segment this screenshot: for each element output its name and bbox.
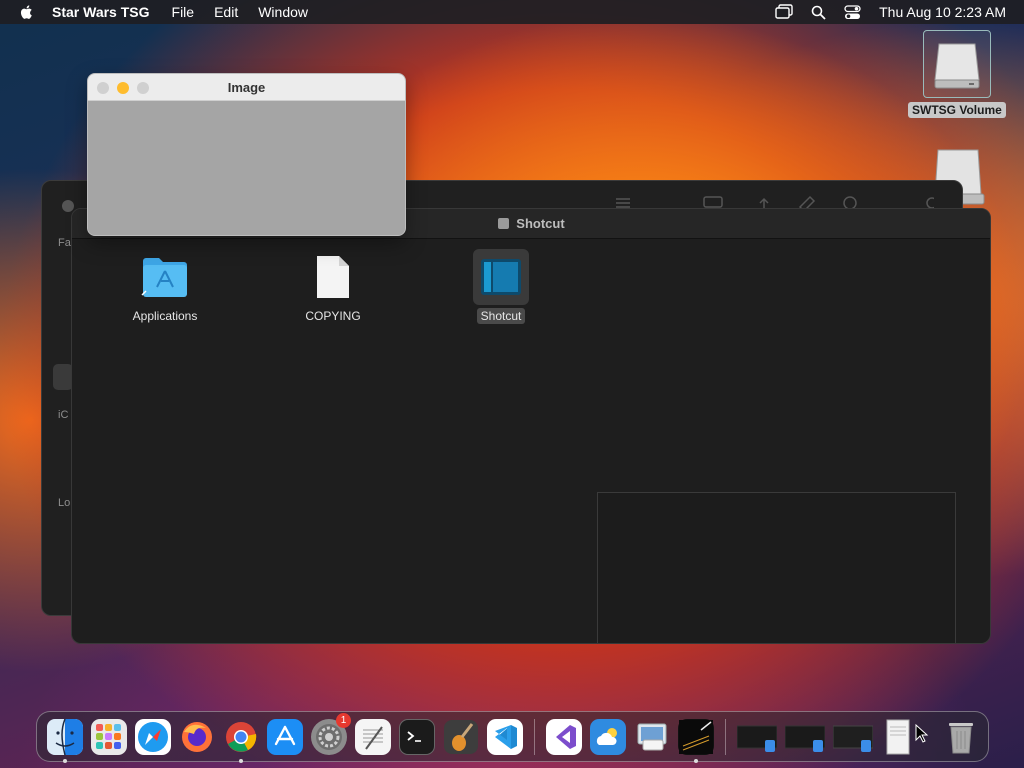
- close-button[interactable]: [97, 82, 109, 94]
- window-controls: [97, 82, 149, 94]
- running-indicator: [239, 758, 243, 763]
- finder-icon: [47, 718, 83, 755]
- minimized-window-thumbnail-icon: [737, 725, 777, 752]
- control-center-icon[interactable]: [844, 4, 861, 20]
- dock-star-wars-tsg[interactable]: [678, 718, 714, 763]
- zoom-button[interactable]: [137, 82, 149, 94]
- dock-launchpad[interactable]: [91, 718, 127, 755]
- file-name: Applications: [132, 309, 198, 323]
- finder-icon-view[interactable]: Applications COPYING Shotcut: [72, 239, 990, 643]
- running-indicator: [694, 758, 698, 763]
- dock-safari[interactable]: [135, 718, 171, 755]
- image-window[interactable]: Image: [87, 73, 406, 236]
- terminal-icon: [407, 730, 421, 742]
- folder-applications-icon: [137, 249, 193, 305]
- menubar-clock[interactable]: Thu Aug 10 2:23 AM: [879, 4, 1006, 20]
- external-drive-icon: [922, 30, 991, 98]
- dock-minimized-window-2[interactable]: [785, 719, 825, 755]
- sidebar-selected-item[interactable]: [53, 364, 73, 390]
- dock: 1: [36, 711, 989, 763]
- desktop-volume[interactable]: SWTSG Volume: [908, 30, 1006, 118]
- garageband-icon: [444, 719, 478, 754]
- dock-chrome[interactable]: [223, 719, 259, 763]
- dock-garageband[interactable]: [443, 719, 479, 755]
- dock-separator: [725, 718, 726, 755]
- file-name: Shotcut: [476, 308, 526, 324]
- desktop-volume-label: SWTSG Volume: [908, 102, 1006, 118]
- app-menu[interactable]: Star Wars TSG: [52, 4, 150, 20]
- dock-visual-studio[interactable]: [546, 718, 582, 755]
- dock-textedit[interactable]: [355, 718, 391, 755]
- launchpad-icon: [96, 723, 121, 749]
- finder-title: Shotcut: [516, 216, 565, 231]
- close-button[interactable]: [62, 200, 74, 212]
- preview-icon: [637, 723, 667, 750]
- dock-finder[interactable]: [47, 718, 83, 763]
- menu-file[interactable]: File: [172, 4, 195, 20]
- dock-weather[interactable]: [590, 718, 626, 755]
- dock-minimized-window-3[interactable]: [833, 719, 873, 755]
- safari-icon: [138, 721, 168, 752]
- notification-badge: 1: [336, 712, 351, 728]
- image-canvas: [88, 101, 405, 235]
- disk-image-icon: [498, 218, 510, 229]
- menu-bar: Star Wars TSG File Edit Window Thu Aug 1…: [0, 0, 1024, 24]
- window-controls: [62, 200, 74, 212]
- image-window-title: Image: [227, 79, 266, 95]
- firefox-icon: [182, 721, 212, 752]
- dock-minimized-document[interactable]: [881, 719, 917, 755]
- minimized-window-thumbnail-icon: [833, 725, 873, 752]
- dock-terminal[interactable]: [399, 718, 435, 755]
- document-icon: [305, 249, 361, 305]
- menu-edit[interactable]: Edit: [214, 4, 238, 20]
- shotcut-app-icon: [473, 249, 529, 305]
- screen-mirroring-icon[interactable]: [775, 4, 793, 20]
- dock-vscode[interactable]: [487, 718, 523, 755]
- file-name: COPYING: [305, 309, 361, 323]
- finder-window[interactable]: Shotcut Applications COPYING Shotcut: [71, 208, 991, 644]
- document-thumbnail-icon: [886, 719, 910, 754]
- dock-firefox[interactable]: [179, 719, 215, 755]
- menu-window[interactable]: Window: [258, 4, 308, 20]
- sidebar-label-locations: Lo: [58, 497, 71, 509]
- chrome-icon: [226, 721, 257, 752]
- visual-studio-icon: [556, 724, 576, 749]
- image-window-titlebar[interactable]: Image: [88, 74, 405, 101]
- vscode-icon: [495, 724, 517, 749]
- game-icon: [679, 719, 713, 754]
- minimized-window-thumbnail-icon: [785, 725, 825, 752]
- file-item-applications[interactable]: Applications: [110, 249, 220, 324]
- dock-minimized-window-1[interactable]: [737, 719, 777, 755]
- trash-icon: [949, 722, 973, 753]
- textedit-icon: [363, 725, 383, 750]
- file-item-shotcut[interactable]: Shotcut: [446, 249, 556, 324]
- dock-preview[interactable]: [634, 719, 670, 755]
- spotlight-search-icon[interactable]: [811, 5, 826, 20]
- sidebar-label-icloud: iC: [58, 409, 69, 421]
- dock-app-store[interactable]: [267, 718, 303, 755]
- dock-separator: [534, 718, 535, 755]
- dock-trash[interactable]: [943, 719, 979, 755]
- file-item-copying[interactable]: COPYING: [278, 249, 388, 324]
- mouse-cursor-icon: [915, 724, 929, 743]
- dock-system-settings[interactable]: 1: [311, 712, 351, 755]
- running-indicator: [63, 758, 67, 763]
- app-store-icon: [274, 725, 296, 745]
- preview-panel: [597, 492, 956, 643]
- minimize-button[interactable]: [117, 82, 129, 94]
- sidebar-label-favorites: Fa: [58, 237, 71, 249]
- weather-icon: [596, 727, 617, 745]
- apple-menu-icon[interactable]: [18, 3, 36, 21]
